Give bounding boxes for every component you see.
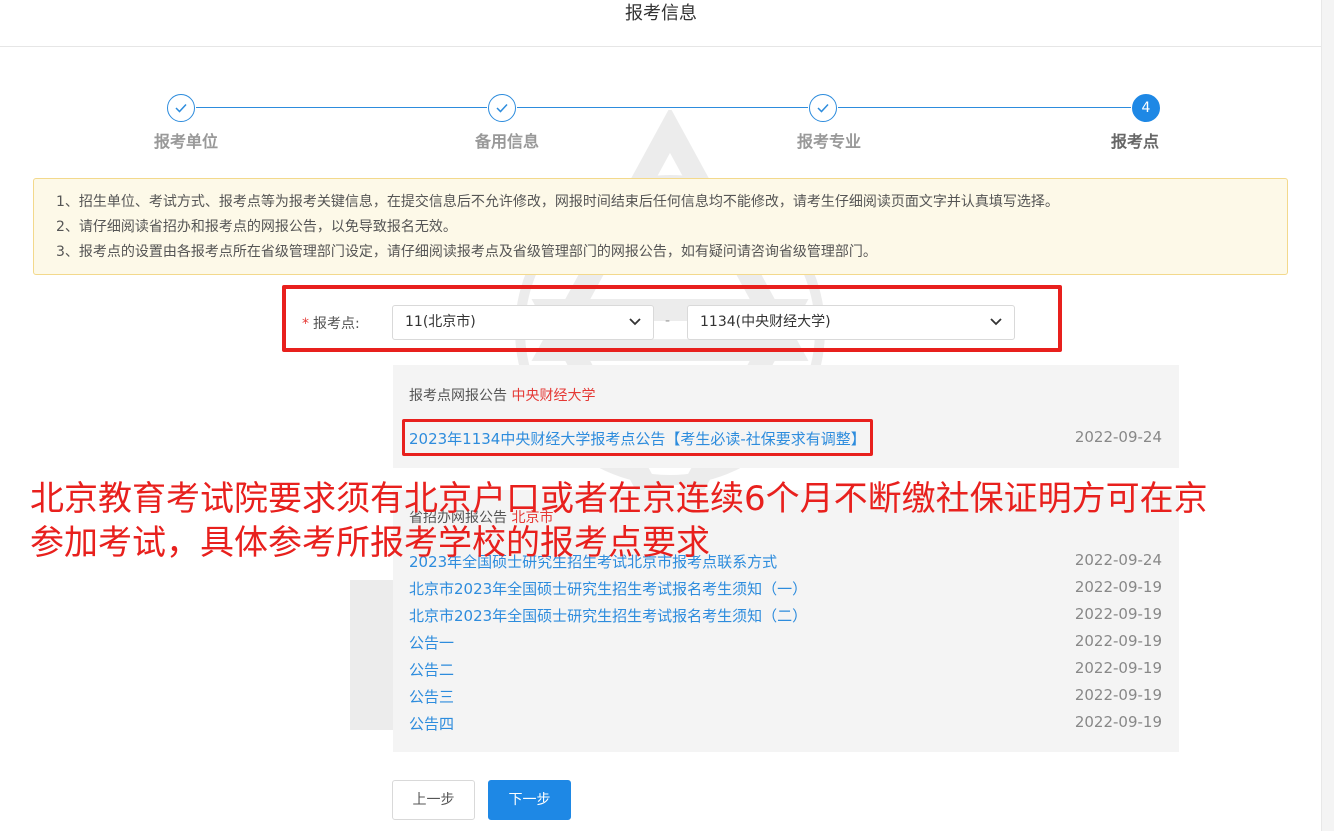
annotation-line-1: 北京教育考试院要求须有北京户口或者在京连续6个月不断缴社保证明方可在京 — [30, 479, 1208, 519]
prev-step-button[interactable]: 上一步 — [392, 780, 475, 820]
province-announcement-link[interactable]: 公告三 — [409, 686, 454, 707]
step-1-check-icon — [167, 94, 195, 122]
highlight-box-link — [402, 419, 873, 456]
province-announcement-link[interactable]: 北京市2023年全国硕士研究生招生考试报名考生须知（一） — [409, 578, 807, 599]
page-title: 报考信息 — [625, 3, 697, 24]
notice-line-3: 3、报考点的设置由各报考点所在省级管理部门设定，请仔细阅读报考点及省级管理部门的… — [56, 244, 877, 260]
step-connector — [838, 107, 1131, 108]
province-announcement-date: 2022-09-19 — [1074, 686, 1162, 704]
province-announcement-date: 2022-09-19 — [1074, 659, 1162, 677]
next-step-button[interactable]: 下一步 — [488, 780, 571, 820]
province-announcement-link[interactable]: 北京市2023年全国硕士研究生招生考试报名考生须知（二） — [409, 605, 807, 626]
step-label-backup: 备用信息 — [474, 132, 540, 151]
annotation-line-2: 参加考试，具体参考所报考学校的报考点要求 — [30, 523, 710, 563]
province-announcement-date: 2022-09-19 — [1074, 605, 1162, 623]
notice-line-1: 1、招生单位、考试方式、报考点等为报考关键信息，在提交信息后不允许修改，网报时间… — [56, 194, 1059, 210]
province-announcement-link[interactable]: 公告二 — [409, 659, 454, 680]
province-announcement-date: 2022-09-19 — [1074, 713, 1162, 731]
province-announcement-link[interactable]: 公告一 — [409, 632, 454, 653]
step-connector — [517, 107, 808, 108]
site-announcement-title: 报考点网报公告 — [409, 388, 507, 404]
step-4-number: 4 — [1132, 94, 1160, 122]
notice-box: 1、招生单位、考试方式、报考点等为报考关键信息，在提交信息后不允许修改，网报时间… — [33, 178, 1288, 275]
province-announcement-link[interactable]: 公告四 — [409, 713, 454, 734]
site-announcement-date: 2022-09-24 — [1074, 428, 1162, 446]
site-announcement-school: 中央财经大学 — [511, 388, 596, 404]
site-announcement-heading: 报考点网报公告 中央财经大学 — [409, 385, 595, 405]
province-announcement-date: 2022-09-19 — [1074, 632, 1162, 650]
page-header: 报考信息 — [0, 0, 1322, 47]
province-announcement-date: 2022-09-19 — [1074, 578, 1162, 596]
step-label-unit: 报考单位 — [153, 132, 219, 151]
step-label-major: 报考专业 — [796, 132, 862, 151]
highlight-box-form — [282, 285, 1062, 352]
step-connector — [196, 107, 487, 108]
step-3-check-icon — [809, 94, 837, 122]
annotation-overlay-text: 北京教育考试院要求须有北京户口或者在京连续6个月不断缴社保证明方可在京 参加考试… — [30, 477, 1300, 565]
notice-line-2: 2、请仔细阅读省招办和报考点的网报公告，以免导致报名无效。 — [56, 219, 457, 235]
step-label-site: 报考点 — [1110, 132, 1160, 151]
step-2-check-icon — [488, 94, 516, 122]
step-indicator: 4 报考单位 备用信息 报考专业 报考点 — [0, 92, 1334, 162]
